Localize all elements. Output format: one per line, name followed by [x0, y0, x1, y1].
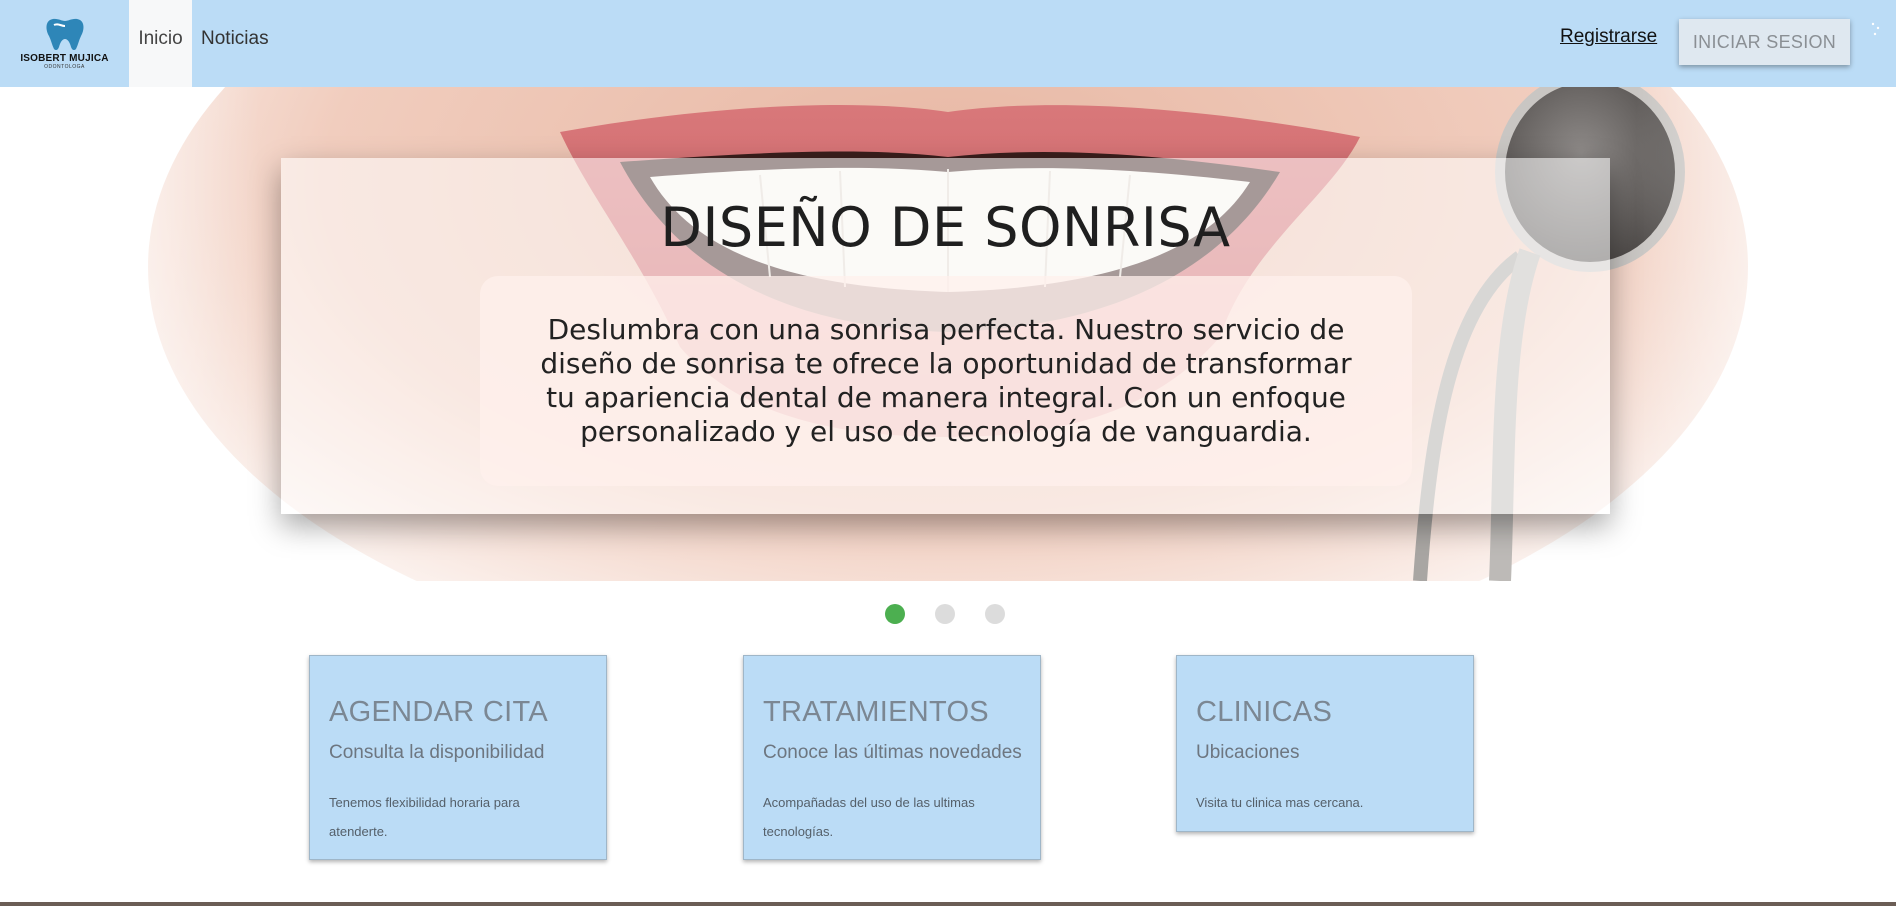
register-link[interactable]: Registrarse [1560, 26, 1657, 48]
card-tratamientos[interactable]: TRATAMIENTOS Conoce las últimas novedade… [743, 655, 1041, 860]
card-subtitle: Conoce las últimas novedades [763, 742, 1022, 763]
loading-spinner-icon [1871, 22, 1880, 36]
navbar: ISOBERT MUJICA ODONTOLOGA Inicio Noticia… [0, 0, 1896, 87]
hero-carousel[interactable]: DISEÑO DE SONRISA Deslumbra con una sonr… [0, 87, 1896, 581]
card-title: CLINICAS [1196, 696, 1333, 728]
card-text: Visita tu clinica mas cercana. [1196, 795, 1364, 810]
card-subtitle: Ubicaciones [1196, 742, 1300, 763]
card-subtitle: Consulta la disponibilidad [329, 742, 545, 763]
carousel-dot-2[interactable] [935, 604, 955, 624]
card-title: AGENDAR CITA [329, 696, 548, 728]
card-text: Acompañadas del uso de las ultimas tecno… [763, 795, 975, 839]
slide-caption: DISEÑO DE SONRISA Deslumbra con una sonr… [281, 158, 1610, 514]
slide-text-panel: Deslumbra con una sonrisa perfecta. Nues… [480, 276, 1412, 486]
nav-link-inicio[interactable]: Inicio [129, 0, 192, 87]
carousel-dot-1[interactable] [885, 604, 905, 624]
brand-name: ISOBERT MUJICA [20, 53, 109, 64]
slide-title: DISEÑO DE SONRISA [660, 196, 1231, 259]
brand-tagline: ODONTOLOGA [44, 64, 85, 70]
next-section-edge [0, 902, 1896, 906]
card-clinicas[interactable]: CLINICAS Ubicaciones Visita tu clinica m… [1176, 655, 1474, 832]
login-button[interactable]: INICIAR SESION [1679, 19, 1850, 65]
slide-description: Deslumbra con una sonrisa perfecta. Nues… [540, 313, 1352, 448]
card-title: TRATAMIENTOS [763, 696, 989, 728]
carousel-dot-3[interactable] [985, 604, 1005, 624]
card-text: Tenemos flexibilidad horaria para atende… [329, 795, 520, 839]
nav-link-noticias[interactable]: Noticias [201, 0, 269, 87]
tooth-icon [46, 18, 83, 51]
card-agendar-cita[interactable]: AGENDAR CITA Consulta la disponibilidad … [309, 655, 607, 860]
brand-logo[interactable]: ISOBERT MUJICA ODONTOLOGA [0, 0, 129, 87]
